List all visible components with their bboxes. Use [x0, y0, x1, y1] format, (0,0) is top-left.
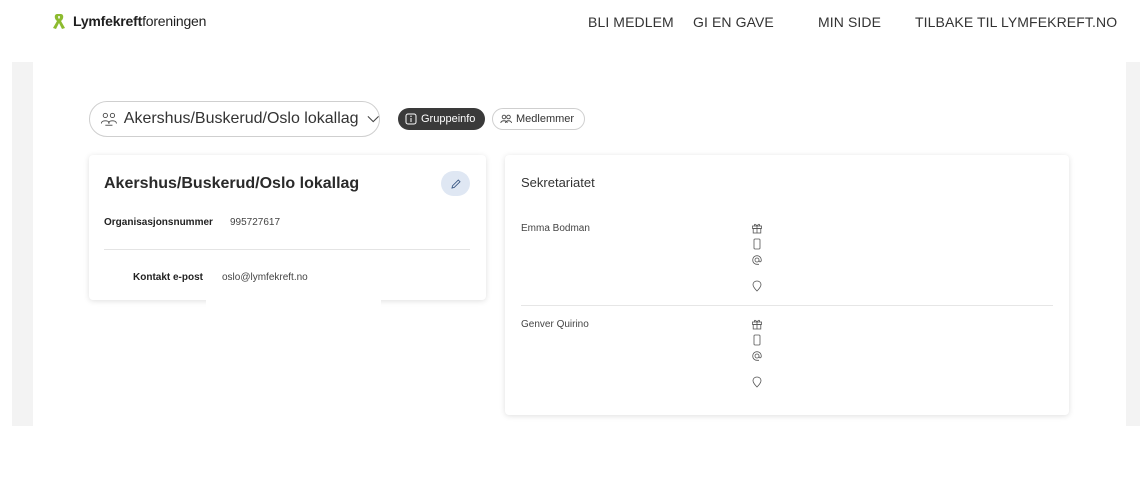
tab-gruppeinfo-label: Gruppeinfo: [421, 113, 476, 125]
ribbon-logo-icon: [53, 14, 65, 29]
group-users-icon: [100, 112, 117, 126]
tab-medlemmer[interactable]: Medlemmer: [492, 108, 585, 130]
card-overlap-patch: [206, 299, 381, 307]
location-pin-icon: [751, 376, 763, 388]
nav-bli-medlem[interactable]: BLI MEDLEM: [588, 14, 674, 30]
secretariat-title: Sekretariatet: [521, 175, 595, 190]
pencil-icon: [450, 178, 461, 189]
at-icon: [751, 254, 763, 266]
gift-icon: [751, 318, 763, 330]
at-icon: [751, 350, 763, 362]
contact-email-label: Kontakt e-post: [133, 272, 203, 283]
site-header: Lymfekreftforeningen BLI MEDLEM GI EN GA…: [0, 0, 1140, 46]
nav-min-side[interactable]: MIN SIDE: [818, 14, 881, 30]
tab-medlemmer-label: Medlemmer: [516, 113, 575, 125]
edit-button[interactable]: [441, 171, 470, 196]
nav-gi-en-gave[interactable]: GI EN GAVE: [693, 14, 774, 30]
divider: [104, 249, 470, 250]
member-name: Genver Quirino: [521, 319, 589, 330]
group-selector-label: Akershus/Buskerud/Oslo lokallag: [123, 110, 359, 127]
organization-card: Akershus/Buskerud/Oslo lokallag Organisa…: [89, 155, 486, 300]
chevron-down-icon: [367, 115, 379, 123]
tab-gruppeinfo[interactable]: Gruppeinfo: [398, 108, 485, 130]
divider: [521, 305, 1053, 306]
phone-icon: [751, 334, 763, 346]
orgnr-label: Organisasjonsnummer: [104, 217, 213, 228]
group-selector[interactable]: Akershus/Buskerud/Oslo lokallag: [89, 101, 380, 137]
contact-email-value[interactable]: oslo@lymfekreft.no: [222, 272, 308, 283]
info-icon: [405, 113, 417, 125]
member-name: Emma Bodman: [521, 223, 590, 234]
location-pin-icon: [751, 280, 763, 292]
organization-title: Akershus/Buskerud/Oslo lokallag: [104, 175, 360, 192]
members-icon: [500, 114, 512, 124]
secretariat-card: Sekretariatet Emma Bodman Genver Quirino: [505, 155, 1069, 415]
nav-tilbake[interactable]: TILBAKE TIL LYMFEKREFT.NO: [915, 14, 1117, 30]
gift-icon: [751, 222, 763, 234]
logo[interactable]: Lymfekreftforeningen: [50, 11, 206, 31]
logo-text: Lymfekreftforeningen: [73, 13, 207, 29]
orgnr-value: 995727617: [230, 217, 281, 228]
phone-icon: [751, 238, 763, 250]
